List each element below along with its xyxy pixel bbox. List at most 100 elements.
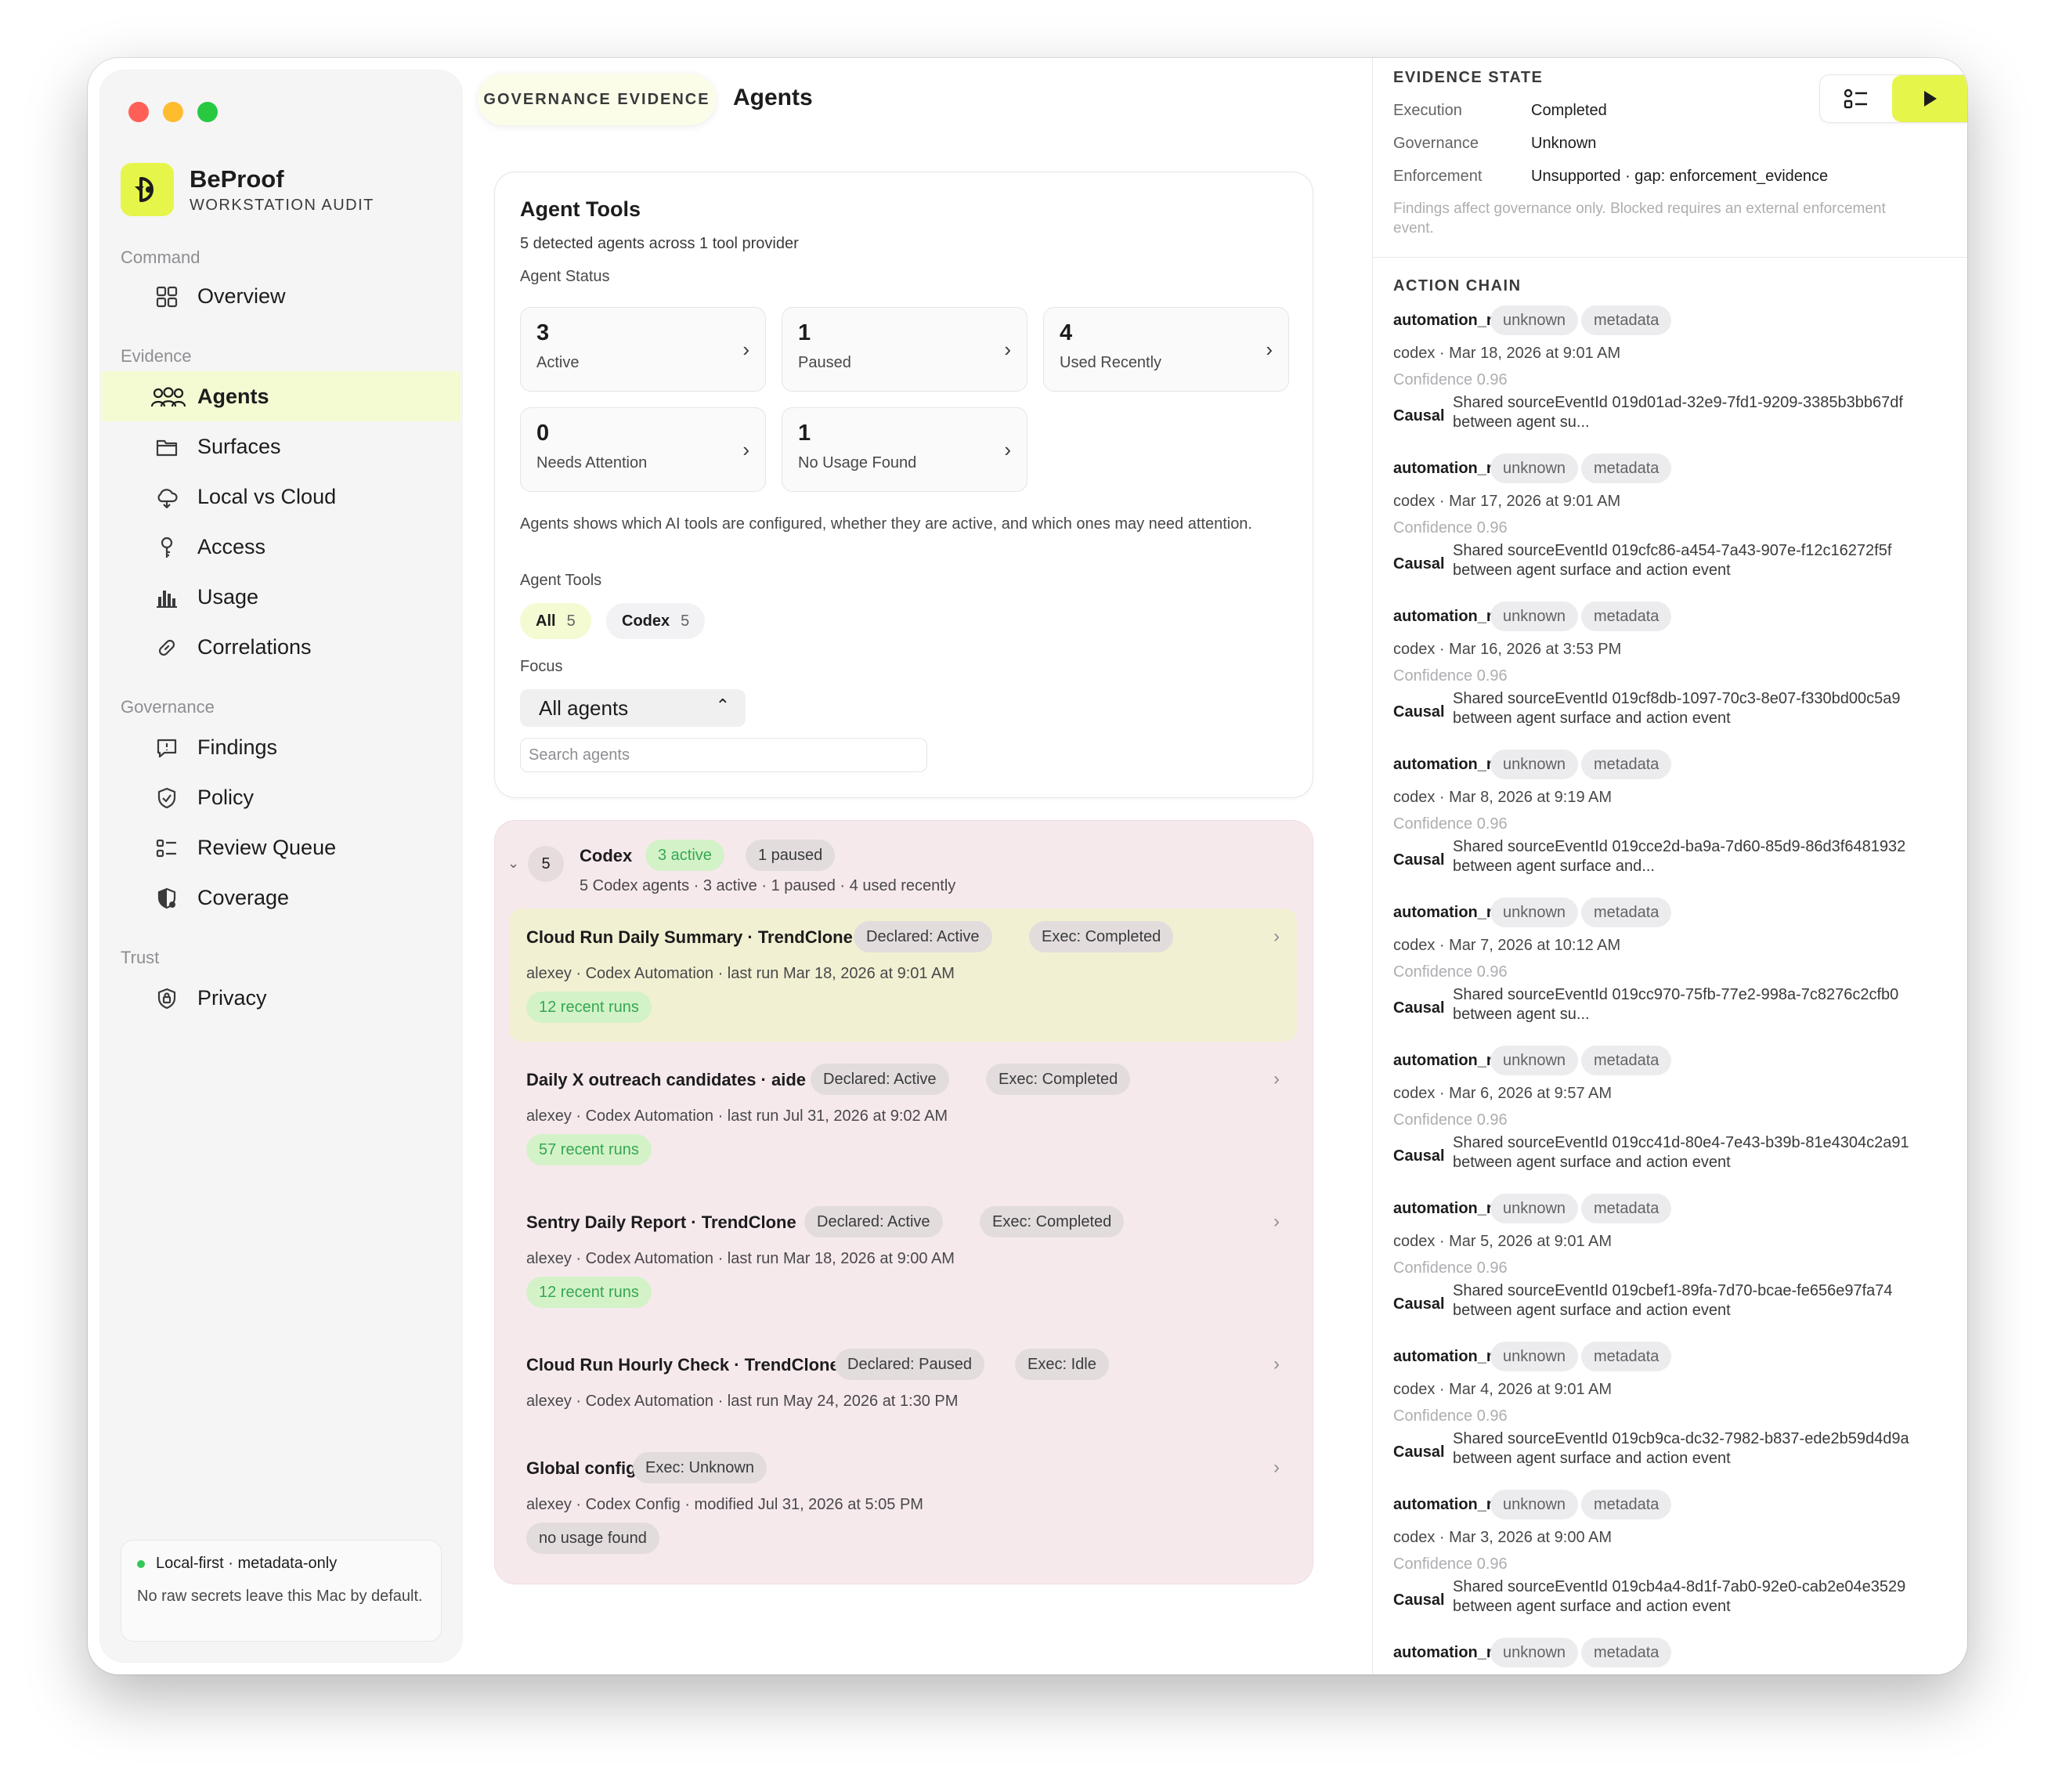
event-tag: unknown: [1490, 305, 1579, 335]
action-event[interactable]: automation_run unknown metadata codex · Mar…: [1393, 602, 1957, 753]
event-confidence: Confidence 0.96: [1393, 1555, 1508, 1573]
stat-used-recently[interactable]: 4 Used Recently ›: [1043, 307, 1289, 392]
inspector-panel: EVIDENCE STATE Execution Completed Gover…: [1372, 58, 1967, 1675]
event-tag: unknown: [1490, 1046, 1579, 1075]
stat-label: Used Recently: [1060, 354, 1162, 371]
sidebar-item-agents[interactable]: Agents: [102, 371, 460, 421]
action-event[interactable]: automation_run unknown metadata codex · Mar…: [1393, 1342, 1957, 1494]
event-tag: metadata: [1581, 1194, 1672, 1223]
sidebar-item-surfaces[interactable]: Surfaces: [102, 421, 460, 471]
close-window-button[interactable]: [128, 102, 149, 122]
grid-icon: [156, 286, 178, 308]
action-event[interactable]: automation_run unknown metadata codex · Mar…: [1393, 1490, 1957, 1642]
minimize-window-button[interactable]: [163, 102, 183, 122]
causal-value: Shared sourceEventId 019cbef1-89fa-7d70-…: [1453, 1282, 1893, 1319]
focus-value: All agents: [539, 695, 629, 720]
action-event[interactable]: automation_run unknown metadata codex · Mar…: [1393, 750, 1957, 901]
sidebar-item-usage[interactable]: Usage: [102, 572, 460, 622]
exec-tag: Exec: Completed: [980, 1206, 1125, 1237]
filter-all[interactable]: All 5: [520, 603, 591, 639]
checklist-toggle-button[interactable]: [1820, 75, 1892, 122]
event-confidence: Confidence 0.96: [1393, 667, 1508, 685]
event-tag: metadata: [1581, 898, 1672, 927]
recent-runs-badge: 12 recent runs: [526, 992, 652, 1023]
causal-label: Causal: [1393, 555, 1445, 573]
state-key: Governance: [1393, 135, 1479, 152]
focus-select[interactable]: All agents ⌃: [520, 689, 746, 727]
sidebar-item-coverage[interactable]: Coverage: [102, 873, 460, 923]
filter-count: 5: [566, 612, 576, 630]
nav-section-trust: Trust: [121, 948, 160, 967]
folder-icon: [156, 439, 178, 457]
sidebar-item-access[interactable]: Access: [102, 522, 460, 572]
lock-shield-icon: [157, 988, 176, 1010]
filter-codex[interactable]: Codex 5: [606, 603, 706, 639]
sidebar-item-label: Access: [197, 534, 266, 558]
event-source-time: codex · Mar 4, 2026 at 9:01 AM: [1393, 1381, 1613, 1398]
nav-section-governance: Governance: [121, 697, 215, 717]
stat-paused[interactable]: 1 Paused ›: [782, 307, 1028, 392]
state-value: Unknown: [1531, 135, 1597, 152]
event-tag: metadata: [1581, 1638, 1672, 1667]
message-alert-icon: [157, 739, 177, 758]
event-tag: unknown: [1490, 1194, 1579, 1223]
sidebar-item-review-queue[interactable]: Review Queue: [102, 822, 460, 873]
declared-tag: Declared: Paused: [835, 1349, 984, 1380]
sidebar-item-overview[interactable]: Overview: [102, 271, 460, 321]
no-usage-badge: no usage found: [526, 1523, 659, 1554]
nav-section-command: Command: [121, 247, 200, 267]
action-event[interactable]: automation_run unknown metadata codex · Mar…: [1393, 898, 1957, 1050]
stat-active[interactable]: 3 Active ›: [520, 307, 766, 392]
agent-name: Cloud Run Hourly Check · TrendClone: [526, 1355, 840, 1375]
sidebar-item-correlations[interactable]: Correlations: [102, 622, 460, 672]
action-event[interactable]: automation_run unknown metadata codex · Mar…: [1393, 305, 1957, 457]
sidebar-item-label: Review Queue: [197, 835, 337, 859]
agent-meta: alexey · Codex Automation · last run May…: [526, 1393, 959, 1410]
sidebar-item-privacy[interactable]: Privacy: [102, 973, 460, 1023]
causal-label: Causal: [1393, 1147, 1445, 1165]
stat-needs-attention[interactable]: 0 Needs Attention ›: [520, 407, 766, 492]
event-source-time: codex · Mar 18, 2026 at 9:01 AM: [1393, 345, 1621, 362]
chevron-right-icon: ›: [1273, 1211, 1280, 1232]
breadcrumb[interactable]: GOVERNANCE EVIDENCE: [478, 74, 716, 125]
chevron-right-icon: ›: [1273, 1068, 1280, 1089]
action-chain-heading: ACTION CHAIN: [1393, 277, 1522, 294]
search-input[interactable]: Search agents: [520, 738, 927, 772]
sidebar-item-policy[interactable]: Policy: [102, 772, 460, 822]
exec-tag: Exec: Completed: [986, 1064, 1131, 1095]
event-tag: metadata: [1581, 1490, 1672, 1519]
brand: BeProof WORKSTATION AUDIT: [121, 163, 374, 216]
filter-label: All: [536, 612, 556, 630]
beproof-logo-icon: [121, 163, 174, 216]
zoom-window-button[interactable]: [197, 102, 218, 122]
run-button[interactable]: [1892, 75, 1967, 122]
paused-badge: 1 paused: [746, 840, 836, 871]
agent-tools-card: Agent Tools 5 detected agents across 1 t…: [495, 172, 1313, 797]
agent-row[interactable]: Daily X outreach candidates · aide Decla…: [509, 1051, 1297, 1184]
event-tag: metadata: [1581, 1046, 1672, 1075]
privacy-footer: Local-first · metadata-only No raw secre…: [121, 1540, 442, 1642]
sidebar: BeProof WORKSTATION AUDIT Command Overvi…: [100, 70, 462, 1662]
agent-row[interactable]: Cloud Run Daily Summary · TrendClone Dec…: [509, 909, 1297, 1042]
chevron-down-icon[interactable]: ⌄: [507, 855, 519, 872]
agent-group-codex: ⌄ 5 Codex 3 active 1 paused 5 Codex agen…: [495, 821, 1313, 1584]
action-event[interactable]: automation_run unknown metadata codex · Mar…: [1393, 1194, 1957, 1346]
causal-value: Shared sourceEventId 019cf8db-1097-70c3-…: [1453, 690, 1901, 727]
event-source-time: codex · Mar 3, 2026 at 9:00 AM: [1393, 1529, 1613, 1546]
action-event[interactable]: automation_run unknown metadata: [1393, 1638, 1957, 1675]
card-title: Agent Tools: [520, 197, 641, 221]
nav-section-evidence: Evidence: [121, 346, 192, 366]
status-dot-icon: [137, 1559, 145, 1568]
agent-meta: alexey · Codex Automation · last run Mar…: [526, 965, 955, 982]
sidebar-item-findings[interactable]: Findings: [102, 722, 460, 772]
stat-label: No Usage Found: [798, 454, 917, 471]
agent-row[interactable]: Sentry Daily Report · TrendClone Declare…: [509, 1194, 1297, 1327]
stat-no-usage-found[interactable]: 1 No Usage Found ›: [782, 407, 1028, 492]
action-event[interactable]: automation_run unknown metadata codex · Mar…: [1393, 1046, 1957, 1198]
agent-row[interactable]: Global config Exec: Unknown alexey · Cod…: [509, 1440, 1297, 1573]
declared-tag: Declared: Active: [854, 921, 992, 952]
sidebar-item-local-vs-cloud[interactable]: Local vs Cloud: [102, 471, 460, 522]
agent-status-label: Agent Status: [520, 268, 610, 285]
action-event[interactable]: automation_run unknown metadata codex · Mar…: [1393, 453, 1957, 605]
agent-meta: alexey · Codex Automation · last run Mar…: [526, 1250, 955, 1267]
